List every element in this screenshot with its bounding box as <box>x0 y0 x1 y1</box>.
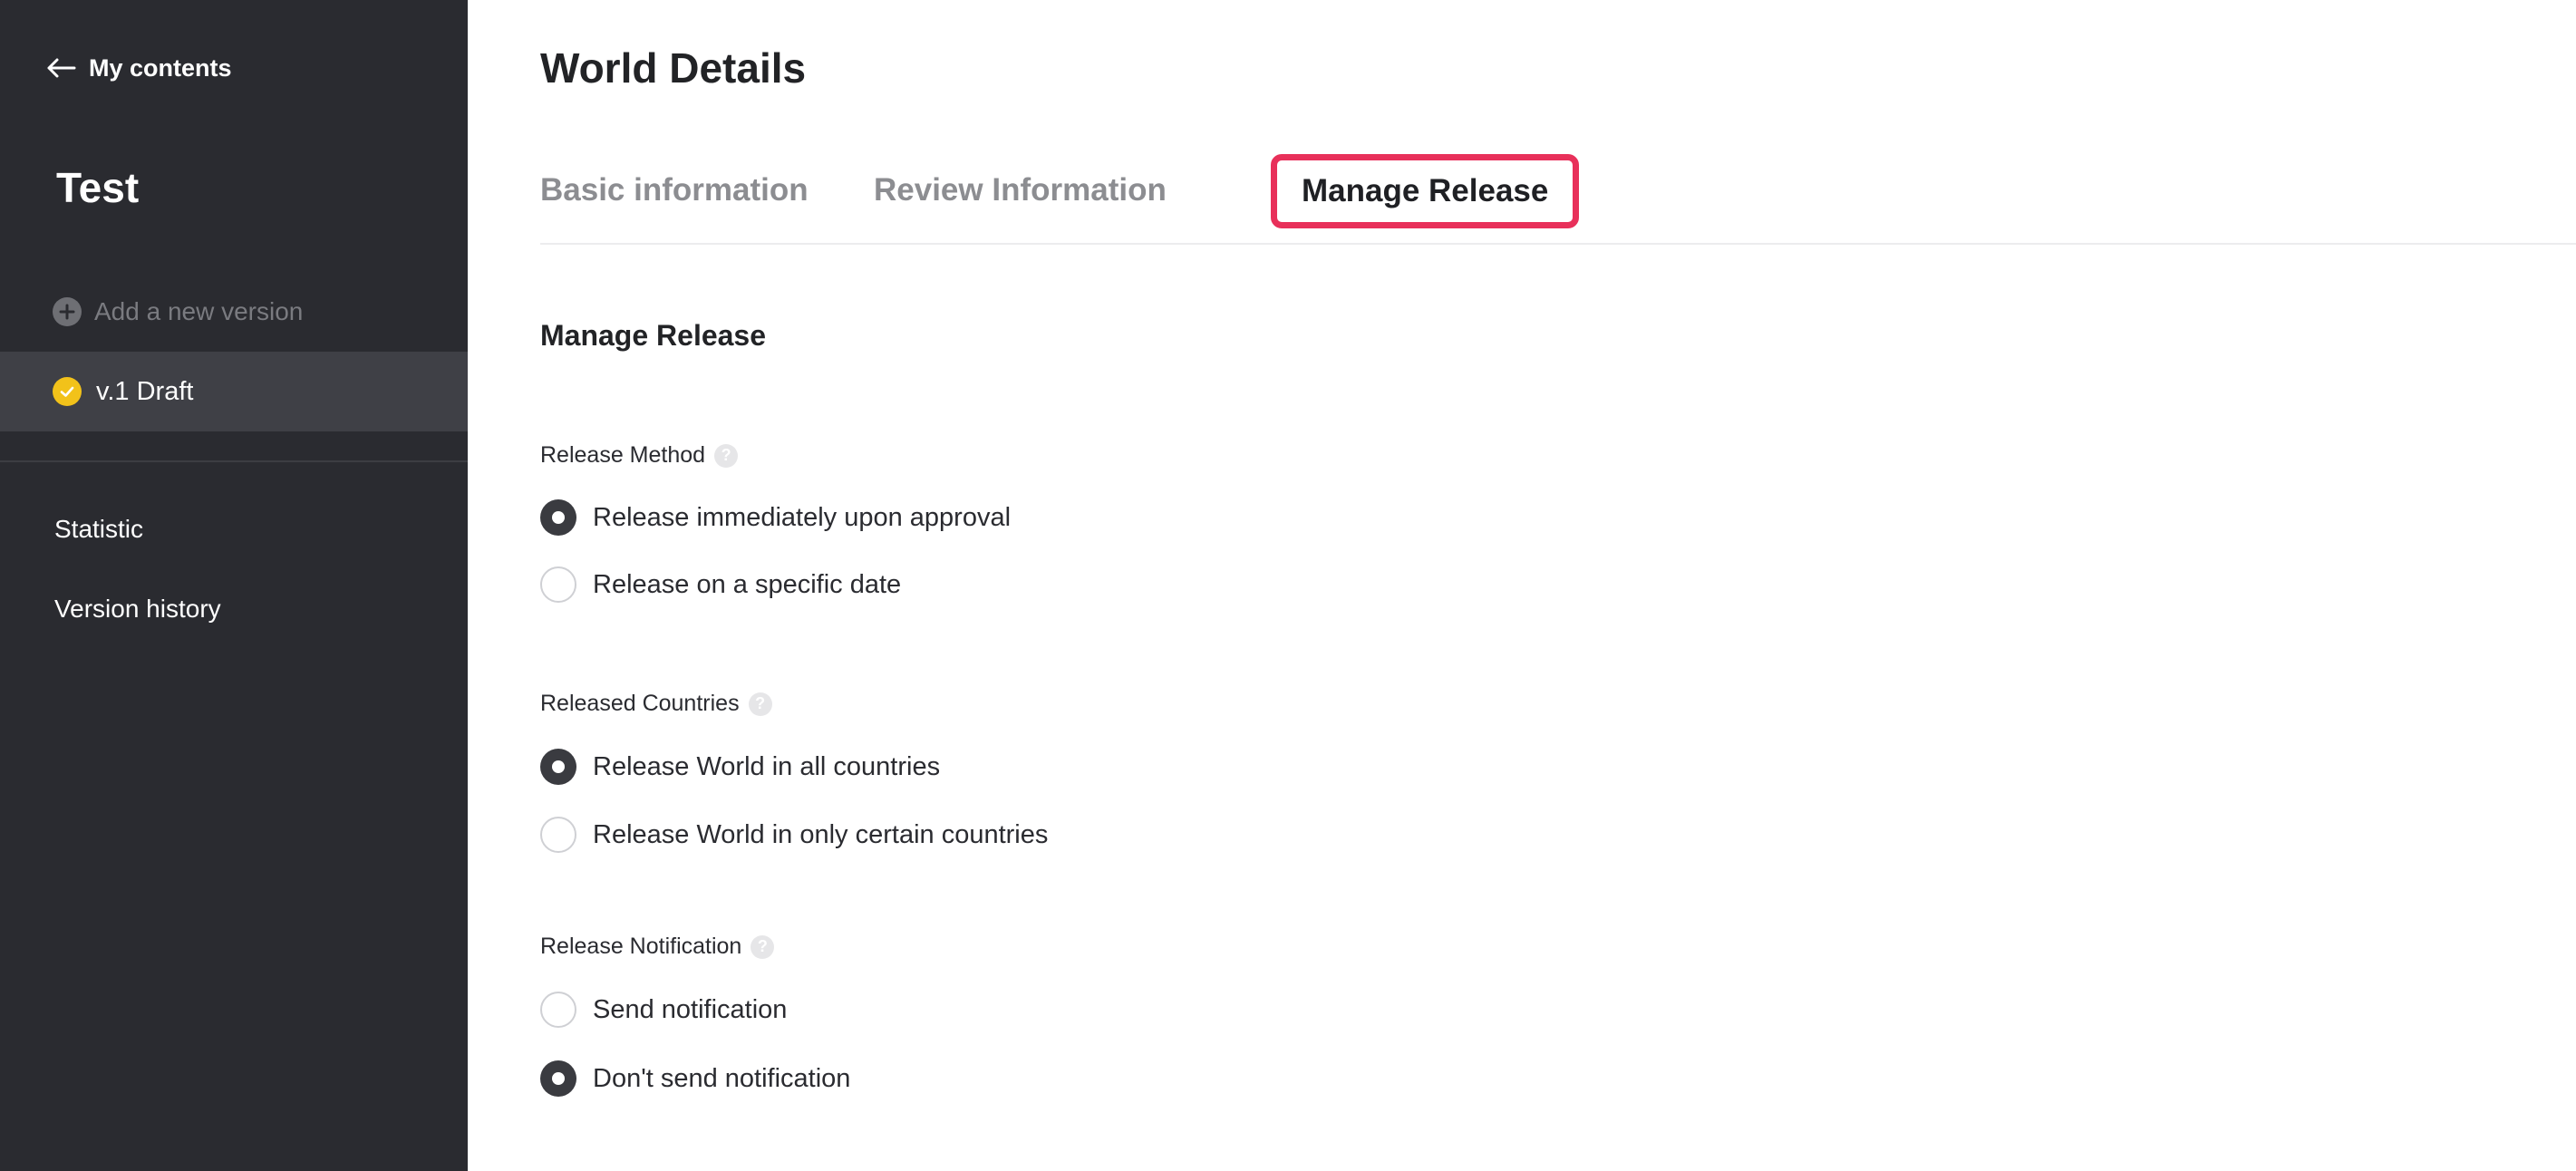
arrow-left-icon <box>45 57 76 79</box>
app: My contents Test Add a new version v.1 D… <box>0 0 2576 1171</box>
back-link-label: My contents <box>89 53 232 82</box>
radio-release-certain-countries[interactable]: Release World in only certain countries <box>540 817 1048 853</box>
add-version-button[interactable]: Add a new version <box>53 292 303 332</box>
question-icon[interactable]: ? <box>748 692 772 716</box>
released-countries-label-row: Released Countries ? <box>540 691 772 717</box>
radio-label: Send notification <box>593 994 788 1024</box>
radio-label: Release World in all countries <box>593 751 941 781</box>
radio-button-checked[interactable] <box>540 749 576 785</box>
sidebar-item-version-history[interactable]: Version history <box>54 595 221 624</box>
release-notification-label: Release Notification <box>540 934 742 959</box>
tab-basic-information[interactable]: Basic information <box>540 156 809 225</box>
main-content: World Details Basic information Review I… <box>468 0 2576 1171</box>
tab-manage-release[interactable]: Manage Release <box>1271 154 1580 228</box>
radio-button[interactable] <box>540 566 576 603</box>
tabs-divider <box>540 243 2576 245</box>
released-countries-label: Released Countries <box>540 691 740 716</box>
radio-button-checked[interactable] <box>540 1060 576 1097</box>
add-version-label: Add a new version <box>94 297 304 325</box>
question-icon[interactable]: ? <box>714 443 739 468</box>
plus-circle-icon <box>53 297 82 326</box>
radio-button-checked[interactable] <box>540 499 576 536</box>
radio-release-all-countries[interactable]: Release World in all countries <box>540 749 940 785</box>
release-method-label: Release Method <box>540 442 706 468</box>
sidebar-divider <box>0 460 468 462</box>
radio-button[interactable] <box>540 817 576 853</box>
radio-release-immediately[interactable]: Release immediately upon approval <box>540 499 1011 536</box>
section-title: Manage Release <box>540 319 767 352</box>
question-icon[interactable]: ? <box>751 934 775 959</box>
radio-label: Release World in only certain countries <box>593 819 1049 849</box>
tab-review-information[interactable]: Review Information <box>874 156 1167 225</box>
project-title: Test <box>56 164 140 211</box>
release-notification-label-row: Release Notification ? <box>540 934 775 960</box>
page-title: World Details <box>540 44 807 92</box>
radio-label: Release on a specific date <box>593 569 902 599</box>
back-to-my-contents-link[interactable]: My contents <box>45 50 232 86</box>
radio-send-notification[interactable]: Send notification <box>540 992 787 1028</box>
radio-label: Release immediately upon approval <box>593 502 1012 532</box>
sidebar-item-statistic[interactable]: Statistic <box>54 515 143 544</box>
radio-release-specific-date[interactable]: Release on a specific date <box>540 566 901 603</box>
radio-label: Don't send notification <box>593 1063 851 1093</box>
radio-dont-send-notification[interactable]: Don't send notification <box>540 1060 850 1097</box>
version-item-label: v.1 Draft <box>96 376 194 406</box>
radio-button[interactable] <box>540 992 576 1028</box>
check-circle-icon <box>53 377 82 406</box>
sidebar: My contents Test Add a new version v.1 D… <box>0 0 468 1171</box>
version-item-v1-draft[interactable]: v.1 Draft <box>0 352 468 431</box>
release-method-label-row: Release Method ? <box>540 442 739 469</box>
